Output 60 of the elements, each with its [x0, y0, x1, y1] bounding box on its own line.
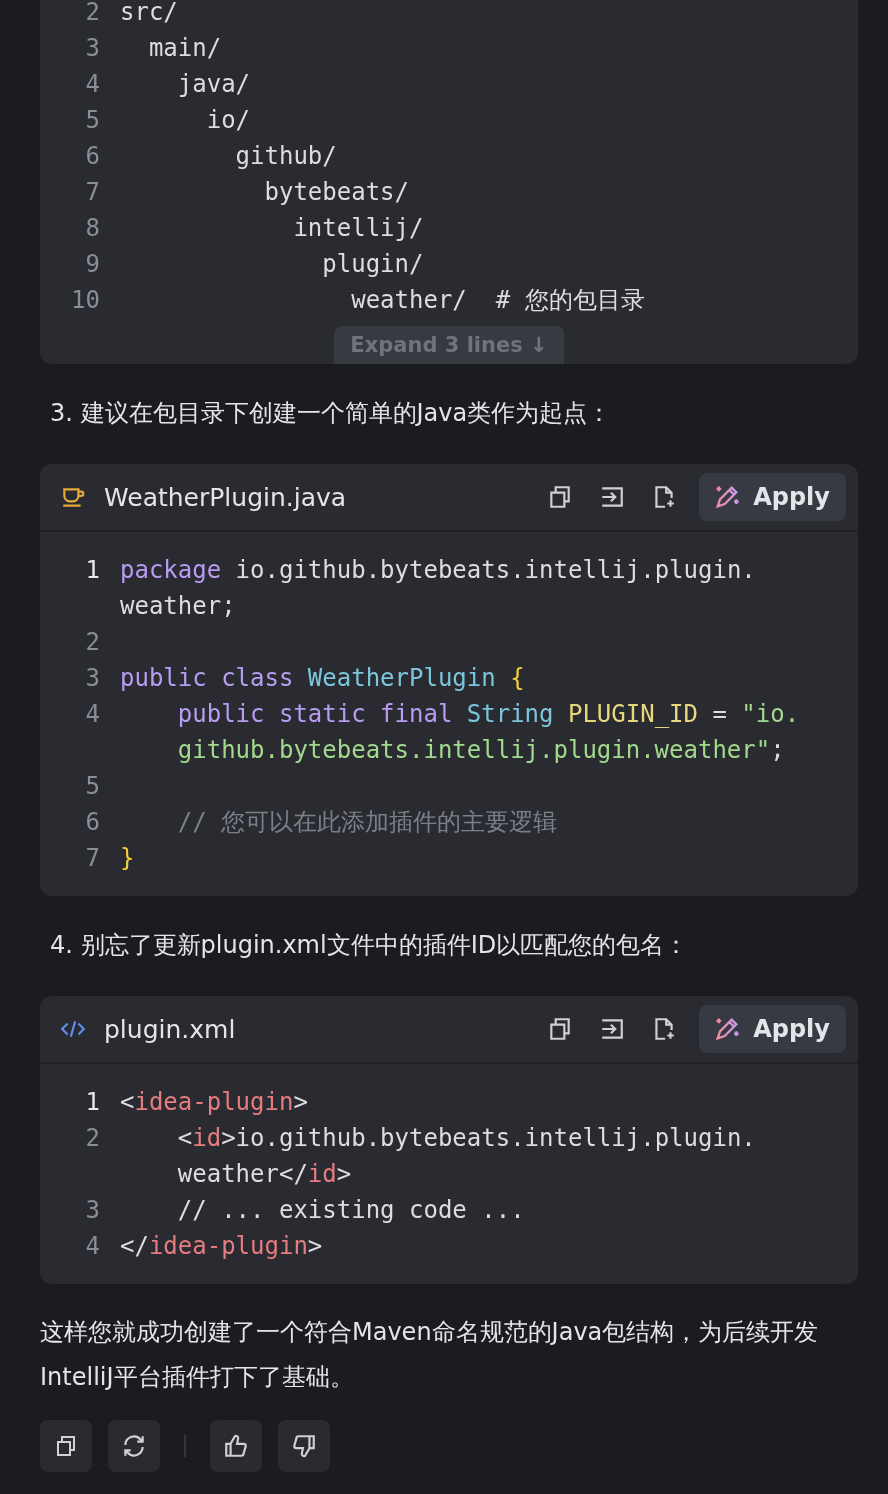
line-number: 5 — [84, 771, 100, 802]
copy-icon — [54, 1434, 78, 1458]
line-number: 5 — [84, 105, 100, 136]
copy-button[interactable] — [40, 1420, 92, 1472]
line-number: 9 — [84, 249, 100, 280]
line-number: 4 — [84, 699, 100, 730]
code-text: github/ — [234, 142, 337, 170]
insert-icon — [599, 484, 626, 510]
step-text: 3. 建议在包目录下创建一个简单的Java类作为起点： — [50, 398, 613, 429]
thumbs-up-button[interactable] — [210, 1420, 262, 1472]
insert-icon — [599, 1016, 626, 1042]
line-number: 7 — [84, 177, 100, 208]
thumbs-down-button[interactable] — [278, 1420, 330, 1472]
code-text: <id>io.github.bytebeats.intellij.plugin. — [176, 1124, 756, 1152]
code-text: weather; — [120, 592, 236, 620]
apply-button[interactable]: Apply — [699, 1005, 846, 1053]
line-number: 3 — [84, 1195, 100, 1226]
code-text: <idea-plugin> — [120, 1088, 308, 1116]
code-text: bytebeats/ — [263, 178, 409, 206]
line-number: 2 — [84, 627, 100, 658]
line-number: 3 — [84, 663, 100, 694]
magic-pen-icon — [713, 1015, 742, 1043]
thumbs-up-icon — [223, 1433, 249, 1459]
line-number: 6 — [84, 807, 100, 838]
file-name: WeatherPlugin.java — [104, 482, 347, 512]
line-number: 2 — [84, 0, 100, 28]
file-name: plugin.xml — [104, 1014, 236, 1044]
code-text: public class WeatherPlugin { — [120, 664, 525, 692]
code-text: } — [120, 844, 135, 872]
line-number: 8 — [84, 213, 100, 244]
step-text: 4. 别忘了更新plugin.xml文件中的插件ID以匹配您的包名： — [50, 930, 690, 961]
summary-paragraph: 这样您就成功创建了一个符合Maven命名规范的Java包结构，为后续开发IntelliJ平台插件打下了基础。 — [40, 1317, 820, 1393]
refresh-icon — [121, 1433, 147, 1459]
line-number: 1 — [84, 1087, 100, 1118]
line-number: 4 — [84, 1231, 100, 1262]
code-text: main/ — [147, 34, 222, 62]
code-text: plugin/ — [321, 250, 424, 278]
line-number: 7 — [84, 843, 100, 874]
code-text: intellij/ — [292, 214, 424, 242]
thumbs-down-icon — [291, 1433, 317, 1459]
regenerate-button[interactable] — [108, 1420, 160, 1472]
code-text: public static final String PLUGIN_ID = "io. — [176, 700, 800, 728]
code-text: io/ — [205, 106, 251, 134]
line-number: 4 — [84, 69, 100, 100]
line-number: 6 — [84, 141, 100, 172]
apply-button[interactable]: Apply — [699, 473, 846, 521]
code-text: github.bytebeats.intellij.plugin.weather"; — [176, 736, 785, 764]
code-text: </idea-plugin> — [120, 1232, 323, 1260]
code-text: package io.github.bytebeats.intellij.plugin. — [120, 556, 756, 584]
line-number: 1 — [84, 555, 100, 586]
code-text: weather/ # 您的包目录 — [350, 286, 645, 314]
code-text: weather</id> — [176, 1160, 352, 1188]
code-text: // 您可以在此添加插件的主要逻辑 — [176, 808, 558, 836]
line-number: 3 — [84, 33, 100, 64]
magic-pen-icon — [713, 483, 742, 511]
code-text: src/ — [120, 0, 178, 26]
code-text: java/ — [176, 70, 251, 98]
code-text: // ... existing code ... — [176, 1196, 525, 1224]
line-number: 10 — [70, 285, 100, 316]
line-number: 2 — [84, 1123, 100, 1154]
